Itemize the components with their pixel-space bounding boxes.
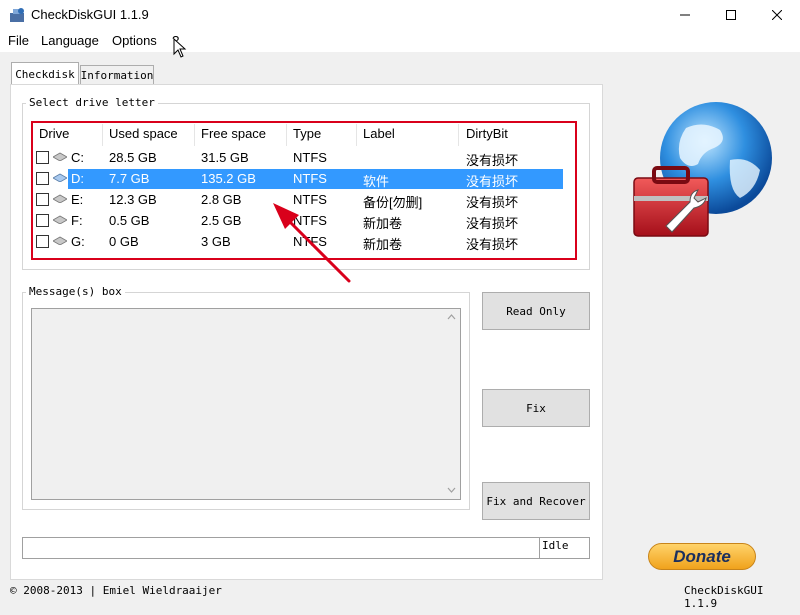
status-text: Idle (542, 539, 569, 552)
fix-and-recover-button[interactable]: Fix and Recover (482, 482, 590, 520)
scroll-up-icon[interactable] (447, 314, 456, 320)
app-icon (10, 8, 24, 22)
status-divider (539, 538, 540, 558)
tab-information[interactable]: Information (80, 65, 154, 84)
maximize-button[interactable] (708, 0, 754, 30)
donate-button[interactable]: Donate (648, 543, 756, 570)
maximize-icon (726, 10, 736, 20)
close-icon (772, 10, 782, 20)
read-only-button[interactable]: Read Only (482, 292, 590, 330)
menu-language[interactable]: Language (41, 33, 99, 48)
cursor-icon (173, 38, 187, 58)
scroll-down-icon[interactable] (447, 487, 456, 493)
menu-file[interactable]: File (8, 33, 29, 48)
drive-group-label: Select drive letter (26, 96, 158, 109)
fix-button[interactable]: Fix (482, 389, 590, 427)
minimize-button[interactable] (662, 0, 708, 30)
menu-options[interactable]: Options (112, 33, 157, 48)
message-group-label: Message(s) box (26, 285, 125, 298)
minimize-icon (680, 14, 690, 16)
status-bar (22, 537, 590, 559)
message-textarea[interactable] (31, 308, 461, 500)
message-scrollbar[interactable] (443, 309, 460, 499)
window-title: CheckDiskGUI 1.1.9 (31, 7, 149, 22)
globe-toolbox-icon (633, 102, 772, 237)
copyright-text: © 2008-2013 | Emiel Wieldraaijer (10, 584, 222, 597)
close-button[interactable] (754, 0, 800, 30)
annotation-arrow (273, 203, 351, 283)
tab-checkdisk[interactable]: Checkdisk (11, 62, 79, 85)
version-text: CheckDiskGUI 1.1.9 (684, 584, 764, 610)
